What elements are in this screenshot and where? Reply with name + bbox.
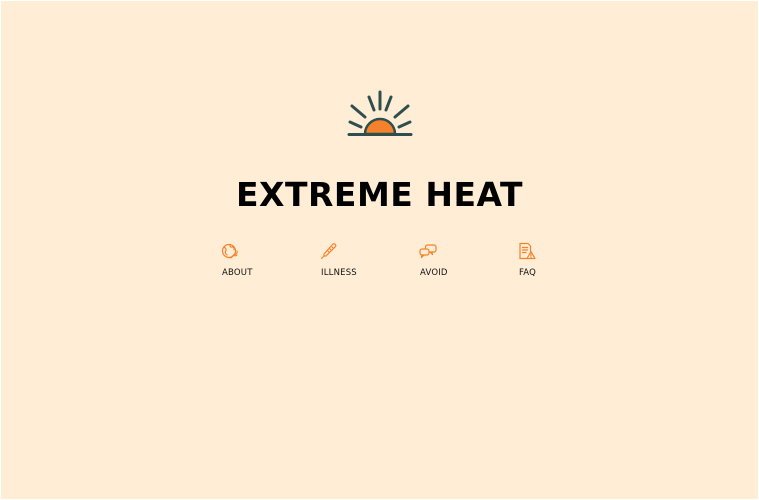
main-nav: ABOUT ILLNESS AVOID FAQ: [1, 241, 758, 285]
nav-item-avoid[interactable]: AVOID: [419, 241, 479, 281]
nav-label-about: ABOUT: [222, 268, 253, 278]
page: EXTREME HEAT ABOUT ILLNESS AVOID FAQ: [1, 1, 758, 499]
nav-item-illness[interactable]: ILLNESS: [320, 241, 380, 281]
nav-label-faq: FAQ: [519, 268, 537, 278]
globe-heat-icon: [221, 243, 238, 259]
nav-item-about[interactable]: ABOUT: [221, 241, 281, 281]
speech-bubbles-icon: [419, 244, 437, 259]
nav-item-faq[interactable]: FAQ: [518, 241, 578, 281]
page-title: EXTREME HEAT: [236, 175, 523, 214]
thermometer-icon: [320, 243, 337, 260]
sunrise-icon: [347, 90, 413, 136]
document-warning-icon: [519, 242, 536, 260]
nav-label-illness: ILLNESS: [321, 268, 357, 278]
nav-label-avoid: AVOID: [420, 268, 448, 278]
